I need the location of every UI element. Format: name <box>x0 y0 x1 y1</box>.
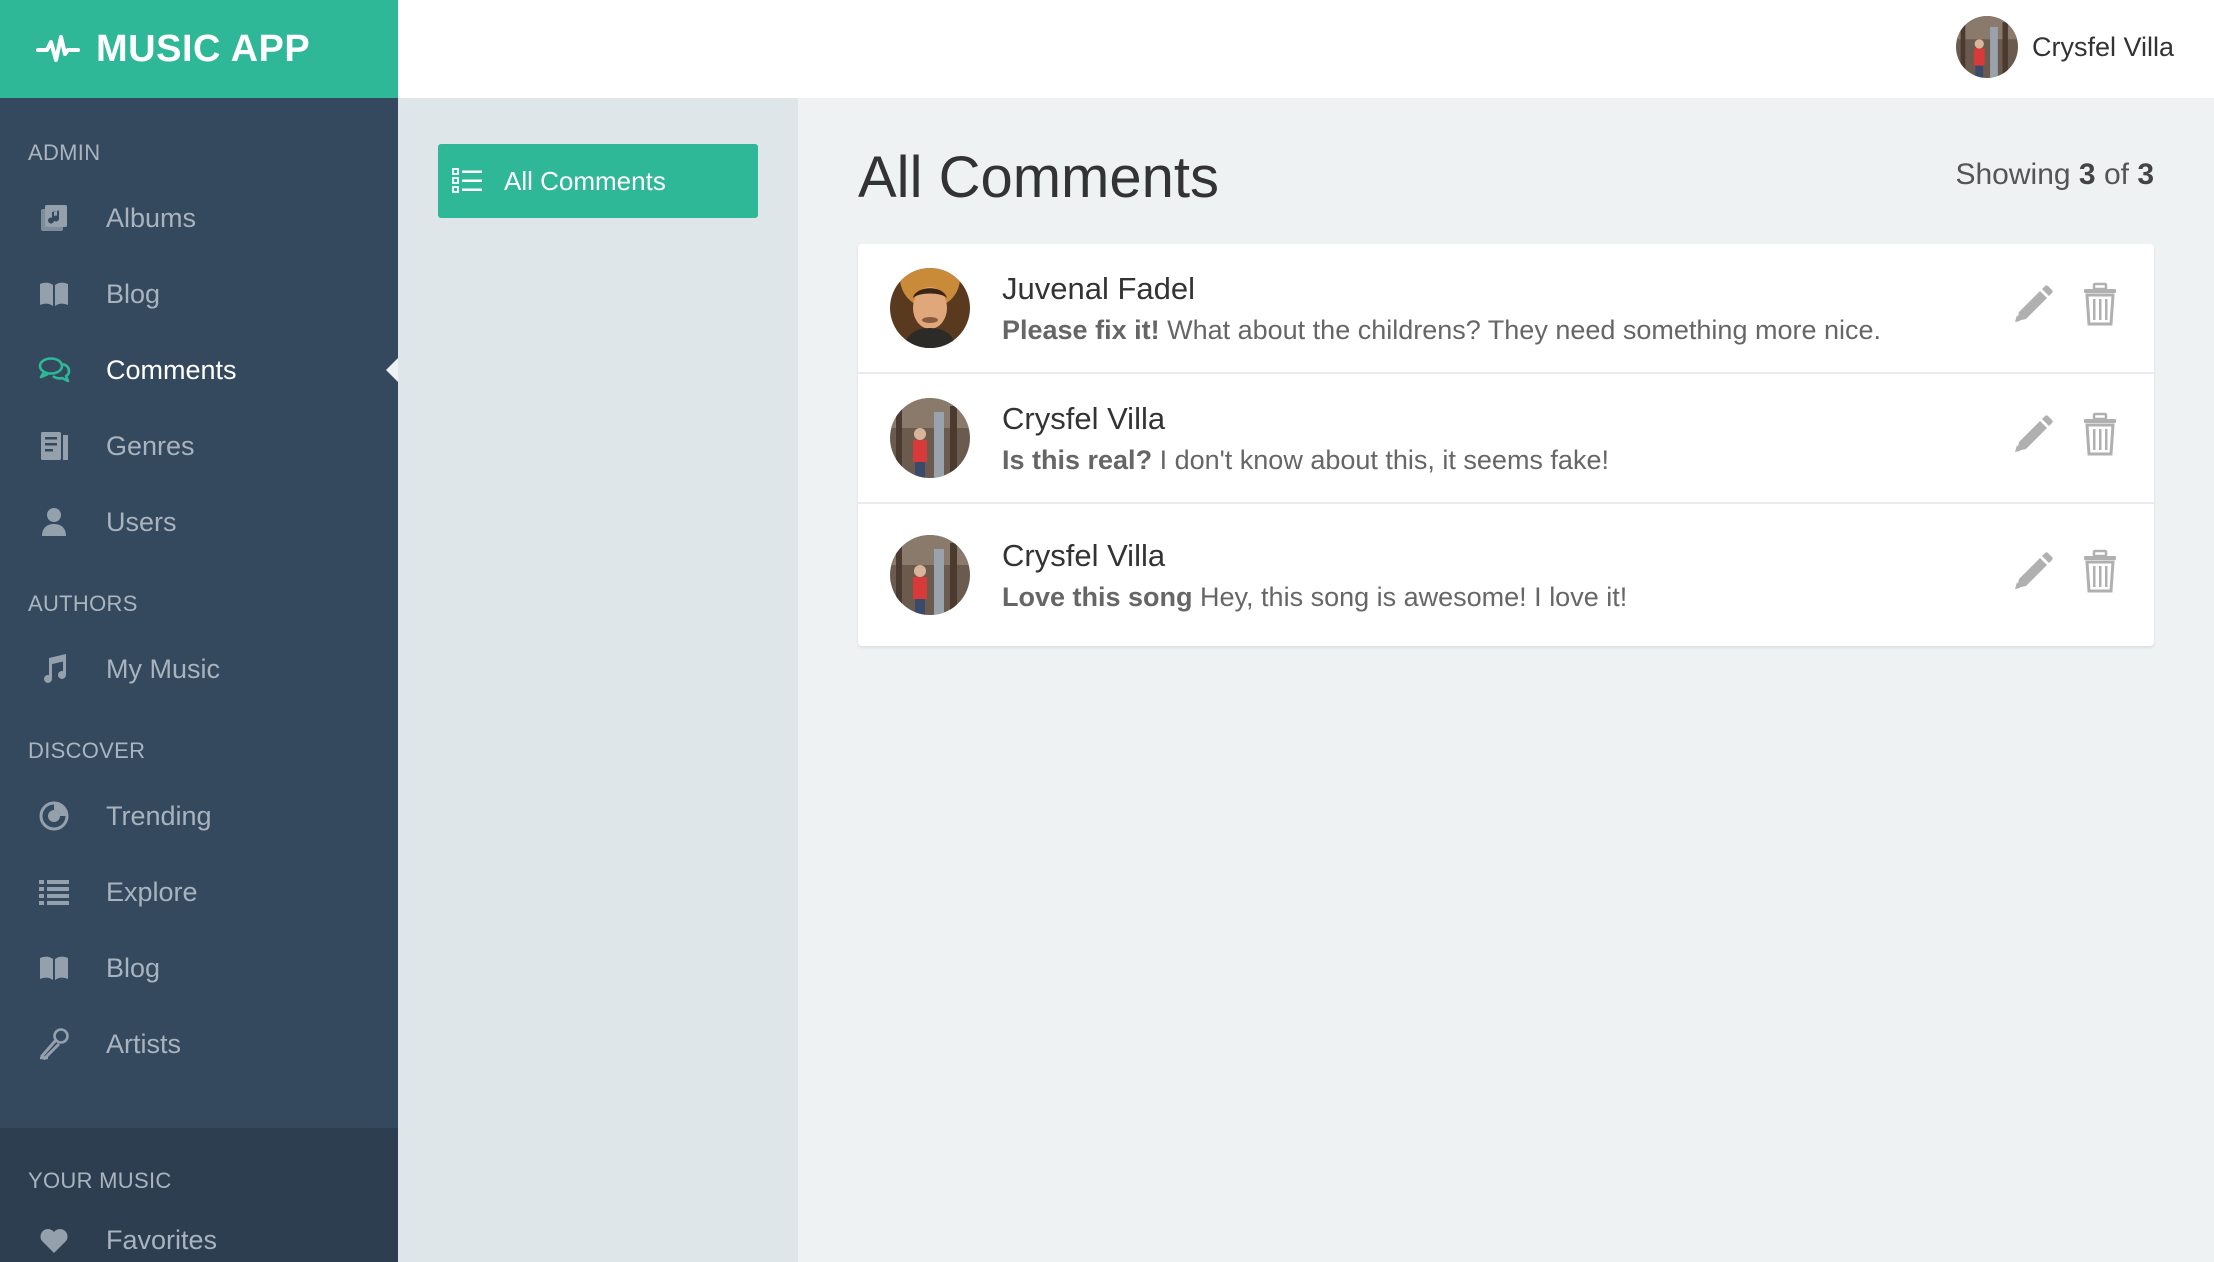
topbar: Crysfel Villa <box>398 0 2214 98</box>
list-icon <box>36 874 72 910</box>
sidebar-item-label: Favorites <box>106 1224 218 1255</box>
heart-icon <box>36 1222 72 1258</box>
sidebar-item-users[interactable]: Users <box>0 484 398 560</box>
sidebar-item-blog-discover[interactable]: Blog <box>0 930 398 1006</box>
pencil-icon <box>2015 552 2053 589</box>
list-item: Juvenal Fadel Please fix it! What about … <box>858 244 2154 374</box>
comments-icon <box>36 352 72 388</box>
sidebar-item-albums[interactable]: Albums <box>0 180 398 256</box>
section-title-your-music: YOUR MUSIC <box>28 1168 172 1193</box>
all-comments-label: All Comments <box>504 165 666 196</box>
showing-current: 3 <box>2078 158 2096 191</box>
edit-button[interactable] <box>2008 410 2056 458</box>
comment-body: Love this song Hey, this song is awesome… <box>1002 582 1627 613</box>
sidebar-item-label: Blog <box>106 952 161 983</box>
showing-of: of <box>2103 158 2129 191</box>
pencil-icon <box>2015 415 2053 452</box>
main-content: All Comments Showing 3 of 3 Juvenal Fade… <box>798 98 2214 1262</box>
section-title-admin: ADMIN <box>28 140 101 165</box>
sidebar: MUSIC APP ADMIN Albums Blog Comments Gen… <box>0 0 398 1262</box>
book-icon <box>36 950 72 986</box>
sidebar-item-trending[interactable]: Trending <box>0 778 398 854</box>
avatar <box>890 398 970 478</box>
pulse-icon <box>36 35 80 62</box>
sidebar-item-label: Albums <box>106 202 197 233</box>
sidebar-item-label: Trending <box>106 800 212 831</box>
comment-body: Please fix it! What about the childrens?… <box>1002 315 1881 346</box>
edit-button[interactable] <box>2008 547 2056 595</box>
section-title-discover: DISCOVER <box>28 738 146 763</box>
album-icon <box>36 200 72 236</box>
section-title-authors: AUTHORS <box>28 591 138 616</box>
page-title: All Comments <box>858 145 1219 210</box>
edit-button[interactable] <box>2008 280 2056 328</box>
delete-button[interactable] <box>2076 280 2124 328</box>
avatar <box>1955 16 2018 78</box>
comment-author: Crysfel Villa <box>1002 400 1166 436</box>
delete-button[interactable] <box>2076 410 2124 458</box>
list-item: Crysfel Villa Is this real? I don't know… <box>858 374 2154 504</box>
showing-total: 3 <box>2137 158 2154 191</box>
trash-icon <box>2084 549 2116 593</box>
sidebar-item-artists[interactable]: Artists <box>0 1006 398 1082</box>
book-icon <box>36 276 72 312</box>
sidebar-item-comments[interactable]: Comments <box>0 332 398 408</box>
trash-icon <box>2084 412 2116 456</box>
sidebar-item-genres[interactable]: Genres <box>0 408 398 484</box>
your-music-section: YOUR MUSIC Favorites <box>0 1128 398 1262</box>
comments-list: Juvenal Fadel Please fix it! What about … <box>858 244 2154 646</box>
comment-subject: Please fix it! <box>1002 314 1160 345</box>
sidebar-item-label: Blog <box>106 278 161 309</box>
sidebar-item-label: Genres <box>106 430 195 461</box>
delete-button[interactable] <box>2076 547 2124 595</box>
comment-author: Juvenal Fadel <box>1002 270 1196 306</box>
comment-subject: Love this song <box>1002 581 1193 612</box>
comment-text: Hey, this song is awesome! I love it! <box>1200 581 1628 612</box>
user-name: Crysfel Villa <box>2031 31 2174 62</box>
sidebar-item-label: Explore <box>106 876 198 907</box>
avatar <box>890 268 970 348</box>
user-menu[interactable]: Crysfel Villa <box>1955 16 2174 78</box>
list-item: Crysfel Villa Love this song Hey, this s… <box>858 504 2154 646</box>
sidebar-item-label: Artists <box>106 1028 182 1059</box>
music-note-icon <box>36 651 72 687</box>
app-name: MUSIC APP <box>96 27 311 70</box>
comment-subject: Is this real? <box>1002 444 1153 475</box>
sidebar-item-my-music[interactable]: My Music <box>0 631 398 707</box>
sidebar-item-favorites[interactable]: Favorites <box>0 1202 398 1262</box>
avatar <box>890 535 970 615</box>
sidebar-item-label: My Music <box>106 653 220 684</box>
all-comments-button[interactable]: All Comments <box>438 144 758 218</box>
comment-text: I don't know about this, it seems fake! <box>1159 444 1609 475</box>
subnav: All Comments <box>398 98 798 1262</box>
comment-text: What about the childrens? They need some… <box>1167 314 1882 345</box>
pencil-icon <box>2015 285 2053 322</box>
sidebar-item-explore[interactable]: Explore <box>0 854 398 930</box>
trending-icon <box>36 798 72 834</box>
showing-prefix: Showing <box>1955 158 2071 191</box>
microphone-icon <box>36 1026 72 1062</box>
trash-icon <box>2084 282 2116 326</box>
showing-count: Showing 3 of 3 <box>1955 158 2154 192</box>
user-icon <box>36 504 72 540</box>
sidebar-item-blog[interactable]: Blog <box>0 256 398 332</box>
brand[interactable]: MUSIC APP <box>0 0 398 98</box>
sidebar-item-label: Comments <box>106 354 237 385</box>
comment-body: Is this real? I don't know about this, i… <box>1002 445 1609 476</box>
comment-author: Crysfel Villa <box>1002 537 1166 573</box>
list-icon <box>452 168 482 193</box>
sidebar-item-label: Users <box>106 506 177 537</box>
genres-icon <box>36 428 72 464</box>
